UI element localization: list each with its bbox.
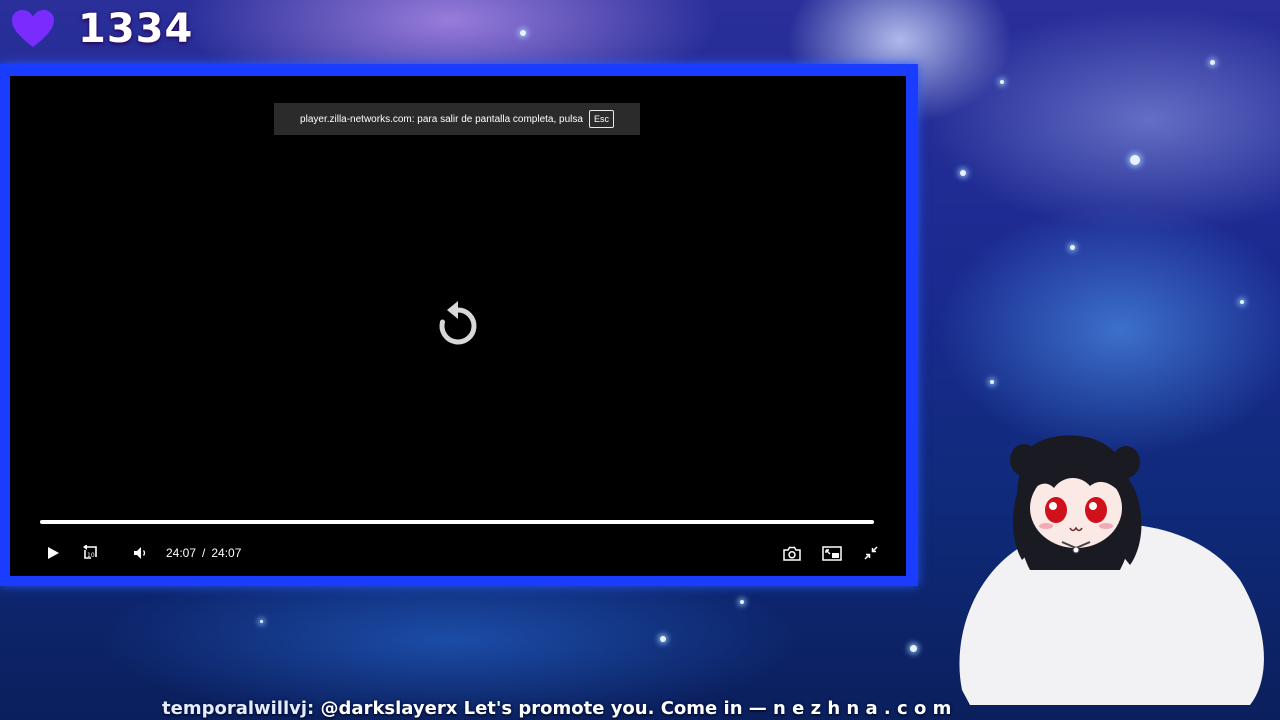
mascot-character-illustration <box>959 435 1264 705</box>
rewind-10-icon: 10 <box>83 545 97 559</box>
replay-icon <box>439 301 477 345</box>
follower-counter: 1334 <box>10 6 193 52</box>
fullscreen-exit-notice: player.zilla-networks.com: para salir de… <box>274 103 640 135</box>
replay-button[interactable] <box>434 300 482 348</box>
esc-key-badge: Esc <box>588 110 614 128</box>
exit-fullscreen-icon <box>864 546 878 560</box>
video-player[interactable]: player.zilla-networks.com: para salir de… <box>10 76 906 576</box>
exit-fullscreen-button[interactable] <box>860 540 882 566</box>
follower-count: 1334 <box>78 6 194 52</box>
chat-username: temporalwillvj: <box>162 698 315 719</box>
video-player-frame: player.zilla-networks.com: para salir de… <box>0 64 918 586</box>
time-display: 24:07 / 24:07 <box>166 540 241 566</box>
current-time: 24:07 <box>166 546 197 560</box>
picture-in-picture-icon <box>822 545 842 561</box>
svg-text:10: 10 <box>87 552 95 559</box>
fullscreen-notice-text: player.zilla-networks.com: para salir de… <box>300 113 583 125</box>
time-separator: / <box>202 546 206 560</box>
volume-icon <box>134 547 146 559</box>
player-controls: 10 24:07 / 24:07 <box>36 540 878 566</box>
chat-message: @darkslayerx Let's promote you. Come in … <box>320 698 952 719</box>
rewind-10-button[interactable]: 10 <box>80 540 102 566</box>
heart-icon <box>12 10 54 47</box>
volume-button[interactable] <box>130 540 152 566</box>
screenshot-button[interactable] <box>780 540 804 566</box>
play-button[interactable] <box>42 540 64 566</box>
screenshot-camera-icon <box>783 546 801 561</box>
play-icon <box>48 547 59 559</box>
progress-bar[interactable] <box>40 520 874 524</box>
picture-in-picture-button[interactable] <box>820 540 844 566</box>
chat-ticker: temporalwillvj: @darkslayerx Let's promo… <box>162 698 951 720</box>
duration-time: 24:07 <box>211 546 242 560</box>
